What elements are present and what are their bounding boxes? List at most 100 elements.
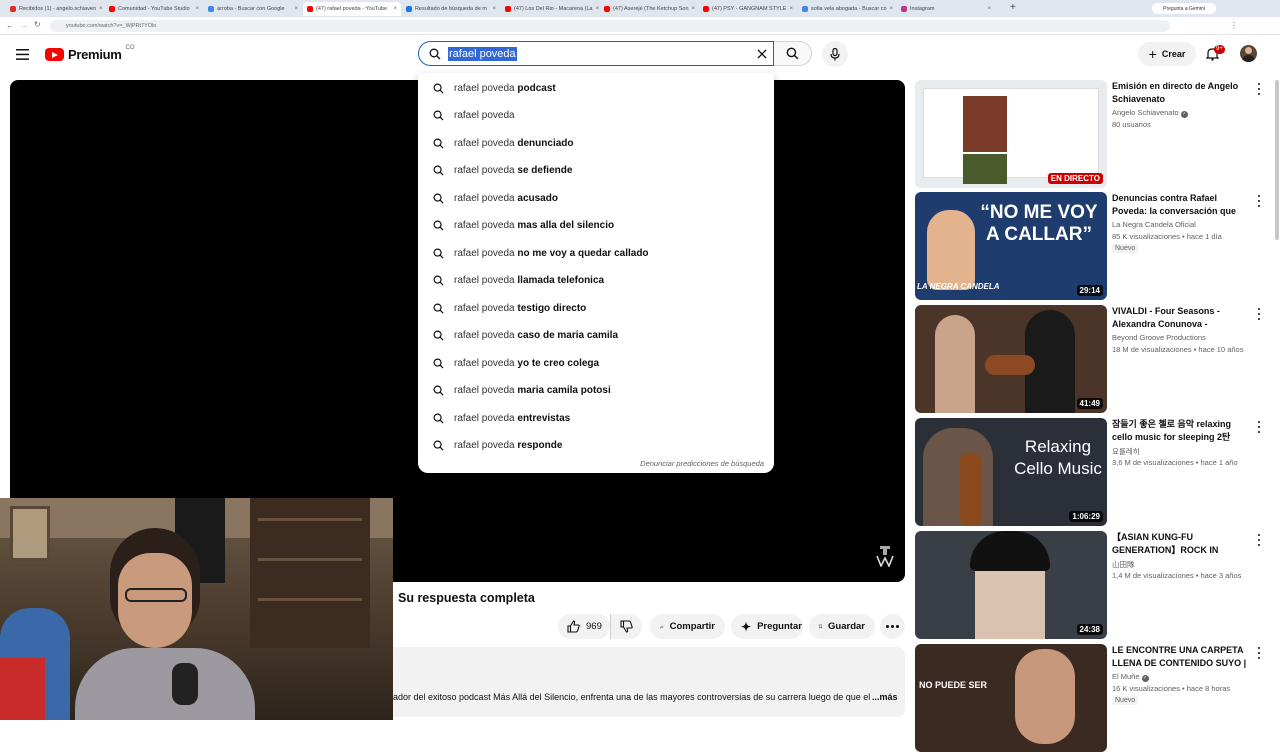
search-suggestion[interactable]: rafael poveda yo te creo colega [418,350,774,376]
close-tab-icon[interactable]: × [789,6,793,12]
forward-icon[interactable]: → [20,21,28,30]
tab-favicon [406,6,412,12]
recommended-video[interactable]: EN DIRECTO Emisión en directo de Angelo S… [915,80,1270,188]
close-tab-icon[interactable]: × [195,6,199,12]
more-options-icon[interactable] [1255,308,1263,320]
recommended-video[interactable]: 24:38 【ASIAN KUNG-FU GENERATION】ROCK IN J… [915,531,1270,639]
ask-gemini-button[interactable]: Pregunta a Gemini [1152,3,1216,14]
close-tab-icon[interactable]: × [692,6,696,12]
channel-name[interactable]: El Muñe ✓ [1112,672,1149,682]
thumbnail-subtitle: LA NEGRA CANDELA [917,282,1000,291]
recommended-video[interactable]: 41:49 VIVALDI - Four Seasons - Alexandra … [915,305,1270,413]
search-suggestion[interactable]: rafael poveda denunciado [418,130,774,156]
more-options-icon[interactable] [1255,534,1263,546]
new-tab-button[interactable]: + [1010,2,1016,13]
more-options-icon[interactable] [1255,421,1263,433]
video-title[interactable]: Emisión en directo de Angelo Schiavenato [1112,80,1248,105]
browser-tab[interactable]: (47) PSY - GANGNAM STYLE × [699,2,797,16]
channel-name[interactable]: Beyond Groove Productions [1112,333,1206,342]
browser-tab[interactable]: Resultado de búsqueda de m × [402,2,500,16]
share-button[interactable]: Compartir [650,614,725,639]
video-thumbnail[interactable]: 24:38 [915,531,1107,639]
video-thumbnail[interactable]: 41:49 [915,305,1107,413]
recommended-video[interactable]: Relaxing Cello Music 1:06:29 잠들기 좋은 첼로 음악 … [915,418,1270,526]
url-field[interactable]: youtube.com/watch?v=_WjPRt7YOlo [50,20,1170,32]
browser-tab[interactable]: Recibidos (1) - angelo.schiaven × [6,2,104,16]
more-options-icon[interactable] [1255,83,1263,95]
tab-title: sofia vela abogada - Buscar co [811,6,887,12]
voice-search-button[interactable] [822,41,848,67]
video-title[interactable]: Denuncias contra Rafael Poveda: la conve… [1112,192,1248,217]
search-suggestion[interactable]: rafael poveda maria camila potosi [418,378,774,404]
browser-tab[interactable]: arroba - Buscar con Google × [204,2,302,16]
create-button[interactable]: + Crear [1138,42,1196,66]
description-more-link[interactable]: ...más [872,692,898,702]
browser-tab[interactable]: Comunidad - YouTube Studio × [105,2,203,16]
search-suggestion[interactable]: rafael poveda no me voy a quedar callado [418,240,774,266]
video-duration: 41:49 [1076,398,1103,409]
video-thumbnail[interactable]: Relaxing Cello Music 1:06:29 [915,418,1107,526]
menu-icon[interactable] [12,44,32,64]
search-suggestion[interactable]: rafael poveda llamada telefonica [418,268,774,294]
search-suggestion[interactable]: rafael poveda mas alla del silencio [418,213,774,239]
youtube-premium-logo[interactable]: Premium CO [45,45,135,62]
close-tab-icon[interactable]: × [987,6,991,12]
browser-menu-icon[interactable]: ⋮ [1230,21,1238,30]
close-tab-icon[interactable]: × [294,6,298,12]
back-icon[interactable]: ← [6,21,14,30]
search-suggestion[interactable]: rafael poveda responde [418,433,774,459]
account-avatar[interactable] [1240,45,1257,62]
browser-tab[interactable]: (47) rafael poveda - YouTube × [303,2,401,16]
search-input[interactable]: rafael poveda [418,41,774,66]
close-tab-icon[interactable]: × [890,6,894,12]
search-suggestion[interactable]: rafael poveda [418,103,774,129]
browser-tab[interactable]: (47) Aserejé (The Ketchup Son × [600,2,698,16]
reload-icon[interactable]: ↻ [34,20,41,29]
recommended-video[interactable]: “NO ME VOY A CALLAR” LA NEGRA CANDELA 29:1… [915,192,1270,300]
video-title[interactable]: LE ENCONTRE UNA CARPETA LLENA DE CONTENI… [1112,644,1248,669]
clear-search-icon[interactable] [757,49,767,59]
video-duration: 24:38 [1076,624,1103,635]
browser-tab[interactable]: Instagram × [897,2,995,16]
save-button[interactable]: Guardar [809,614,875,639]
video-title[interactable]: VIVALDI - Four Seasons - Alexandra Conun… [1112,305,1248,330]
dislike-button[interactable] [610,614,642,639]
channel-name[interactable]: Angelo Schiavenato ✓ [1112,108,1188,118]
suggestion-query: rafael poveda [454,357,515,369]
search-suggestion[interactable]: rafael poveda testigo directo [418,295,774,321]
close-tab-icon[interactable]: × [492,6,496,12]
tab-favicon [109,6,115,12]
search-suggestion[interactable]: rafael poveda se defiende [418,158,774,184]
video-title[interactable]: 【ASIAN KUNG-FU GENERATION】ROCK IN JAPAN … [1112,531,1248,556]
recommended-video[interactable]: NO PUEDE SER LE ENCONTRE UNA CARPETA LLEN… [915,644,1270,752]
more-options-icon[interactable] [1255,647,1263,659]
video-thumbnail[interactable]: EN DIRECTO [915,80,1107,188]
close-tab-icon[interactable]: × [99,6,103,12]
tab-favicon [208,6,214,12]
search-suggestion[interactable]: rafael poveda caso de maria camila [418,323,774,349]
search-suggestion[interactable]: rafael poveda entrevistas [418,405,774,431]
like-button[interactable]: 969 [558,614,610,639]
close-tab-icon[interactable]: × [596,6,599,12]
video-title[interactable]: 잠들기 좋은 첼로 음악 relaxing cello music for sl… [1112,418,1248,443]
report-predictions-link[interactable]: Denunciar predicciones de búsqueda [640,459,764,468]
scrollbar[interactable] [1275,80,1279,240]
channel-name[interactable]: 山田隊 [1112,559,1135,570]
search-suggestion[interactable]: rafael poveda podcast [418,75,774,101]
video-thumbnail[interactable]: “NO ME VOY A CALLAR” LA NEGRA CANDELA 29:1… [915,192,1107,300]
search-button[interactable] [774,41,812,66]
ask-button[interactable]: ✦ Preguntar [731,614,803,639]
description-box[interactable] [393,647,905,717]
channel-watermark-icon[interactable] [876,545,894,567]
channel-name[interactable]: 요를레히 [1112,446,1140,457]
search-suggestion[interactable]: rafael poveda acusado [418,185,774,211]
browser-tab[interactable]: (47) Los Del Rio - Macarena (La × [501,2,599,16]
channel-name[interactable]: La Negra Candela Oficial [1112,220,1196,229]
browser-tab[interactable]: sofia vela abogada - Buscar co × [798,2,896,16]
video-meta: 85 K visualizaciones • hace 1 día [1112,232,1222,241]
more-options-icon[interactable] [1255,195,1263,207]
video-thumbnail[interactable]: NO PUEDE SER [915,644,1107,752]
more-actions-button[interactable] [880,614,905,639]
close-tab-icon[interactable]: × [393,6,397,12]
browser-tab-bar: Recibidos (1) - angelo.schiaven × Comunida… [0,0,1280,17]
